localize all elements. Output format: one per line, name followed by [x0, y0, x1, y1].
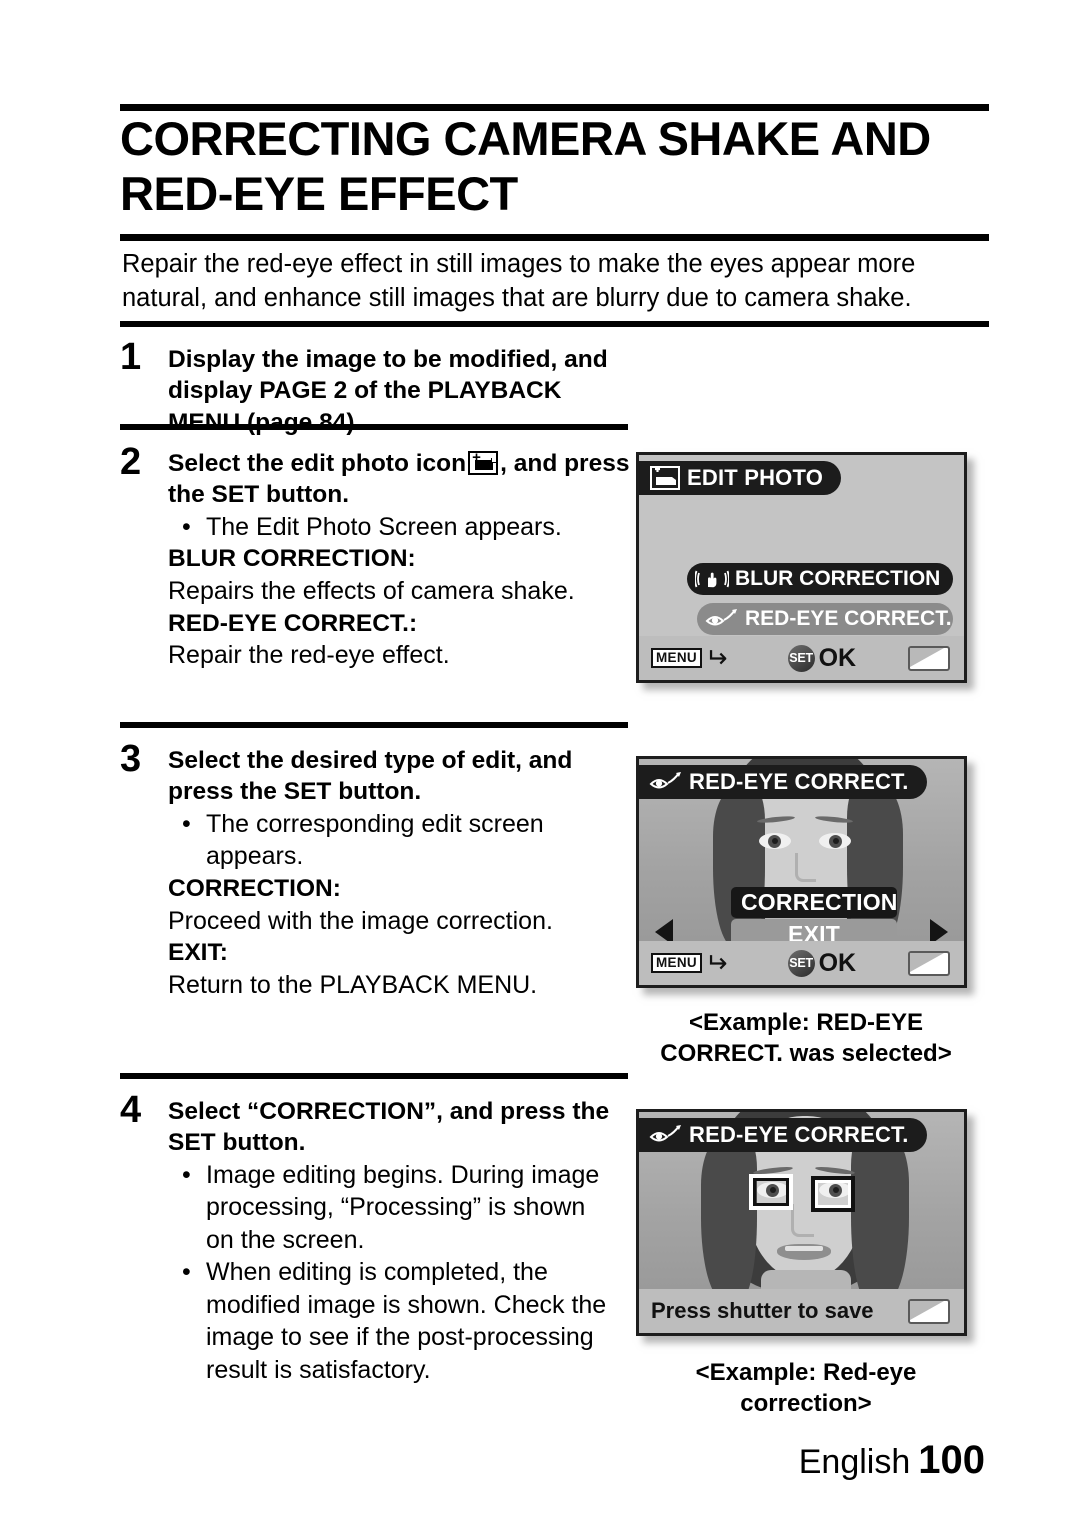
photo-neck	[761, 1270, 851, 1289]
ok-label: OK	[818, 643, 857, 672]
lcd-edit-photo-screen: EDIT PHOTO BLUR CORRECTION RED-EYE CORRE…	[636, 452, 967, 683]
step-4-rule	[120, 1073, 628, 1079]
step-3-term-1: CORRECTION:	[168, 874, 341, 902]
intro-paragraph: Repair the red-eye effect in still image…	[122, 250, 916, 312]
step-4-bullet-1: • Image editing begins. During image pro…	[168, 1159, 620, 1257]
ok-label: OK	[818, 948, 857, 977]
photo-hair-right	[851, 1132, 909, 1289]
edit-photo-icon	[649, 466, 681, 490]
step-2-term-2: RED-EYE CORRECT.:	[168, 609, 418, 637]
photo-teeth	[785, 1246, 823, 1251]
step-4-body: Select “CORRECTION”, and press the SET b…	[168, 1096, 620, 1386]
step-3-desc-1: Proceed with the image correction.	[168, 906, 553, 935]
menu-option-label: BLUR CORRECTION	[735, 567, 941, 590]
caption-red-eye-result: <Example: Red-eye correction>	[695, 1359, 917, 1417]
photo-eye-right	[819, 833, 851, 849]
step-2-desc-2: Repair the red-eye effect.	[168, 641, 450, 670]
bullet-dot-icon: •	[182, 1160, 191, 1189]
photo-hair-left	[701, 1136, 757, 1289]
menu-option-blur-correction[interactable]: BLUR CORRECTION	[687, 563, 953, 595]
lcd-edit-photo-body: EDIT PHOTO BLUR CORRECTION RED-EYE CORRE…	[639, 455, 964, 680]
step-4-bullet-1-text: Image editing begins. During image proce…	[206, 1160, 600, 1254]
eye-marker-right[interactable]	[811, 1176, 855, 1212]
status-message: Press shutter to save	[651, 1298, 874, 1323]
step-2-term-1: BLUR CORRECTION:	[168, 545, 416, 573]
step-2-bullet: • The Edit Photo Screen appears.	[168, 511, 630, 544]
edit-photo-icon: +	[468, 450, 499, 475]
red-eye-icon	[705, 608, 739, 630]
lcd-edit-photo-bottombar: MENU ↵ SET OK	[639, 636, 964, 680]
lcd-red-eye-select-body: RED-EYE CORRECT. CORRECTION EXIT MENU ↵ …	[639, 759, 964, 985]
caption-red-eye-select: <Example: RED-EYE CORRECT. was selected>	[660, 1009, 952, 1067]
red-eye-icon	[649, 771, 683, 793]
step-2-heading: Select the edit photo icon +, and press t…	[168, 448, 630, 511]
lcd-red-eye-select-title: RED-EYE CORRECT.	[689, 769, 909, 794]
battery-icon	[908, 645, 950, 671]
return-arrow-icon: ↵	[704, 947, 728, 978]
lcd-red-eye-select-screen: RED-EYE CORRECT. CORRECTION EXIT MENU ↵ …	[636, 756, 967, 988]
set-ok-group[interactable]: SET OK	[787, 643, 857, 673]
step-2-body: Select the edit photo icon +, and press t…	[168, 448, 630, 672]
lcd-edit-photo-title: EDIT PHOTO	[687, 465, 824, 490]
step-3-body: Select the desired type of edit, and pre…	[168, 745, 630, 1001]
lcd-red-eye-select-bottombar: MENU ↵ SET OK	[639, 941, 964, 985]
bullet-dot-icon: •	[182, 1258, 191, 1287]
step-4-heading: Select “CORRECTION”, and press the SET b…	[168, 1098, 610, 1157]
step-2-desc-1: Repairs the effects of camera shake.	[168, 577, 575, 606]
bullet-dot-icon: •	[182, 512, 191, 541]
step-3-desc-2: Return to the PLAYBACK MENU.	[168, 970, 538, 999]
step-2-bullet-text: The Edit Photo Screen appears.	[206, 512, 562, 541]
intro-bottom-rule	[120, 321, 989, 327]
eye-marker-left[interactable]	[749, 1174, 793, 1210]
lcd-red-eye-select-titlebar: RED-EYE CORRECT.	[639, 765, 927, 799]
photo-nose	[795, 853, 816, 882]
return-arrow-icon: ↵	[704, 642, 728, 673]
red-eye-icon	[649, 1124, 683, 1146]
overlay-correction-option[interactable]: CORRECTION	[731, 887, 897, 918]
title-bottom-rule	[120, 234, 989, 241]
lcd-edit-photo-titlebar: EDIT PHOTO	[639, 461, 842, 495]
menu-button-chip[interactable]: MENU	[651, 953, 702, 973]
lcd-red-eye-result-body: RED-EYE CORRECT. Press shutter to save	[639, 1112, 964, 1333]
step-3-rule	[120, 722, 628, 728]
step-3-number: 3	[120, 738, 142, 780]
step-2-rule	[120, 424, 628, 430]
step-3-bullet: • The corresponding edit screen appears.	[168, 808, 630, 873]
lcd-red-eye-result-screen: RED-EYE CORRECT. Press shutter to save	[636, 1109, 967, 1336]
step-2-number: 2	[120, 441, 142, 483]
set-button-chip[interactable]: SET	[787, 644, 815, 672]
menu-option-label: RED-EYE CORRECT.	[745, 607, 952, 630]
menu-option-red-eye-correct[interactable]: RED-EYE CORRECT.	[697, 603, 953, 635]
battery-indicator	[908, 950, 950, 976]
step-3-heading: Select the desired type of edit, and pre…	[168, 747, 573, 806]
step-3-bullet-text: The corresponding edit screen appears.	[206, 809, 544, 871]
footer-page-number: 100	[918, 1438, 985, 1482]
set-ok-group[interactable]: SET OK	[787, 948, 857, 978]
step-4-bullet-2-text: When editing is completed, the modified …	[206, 1258, 607, 1384]
page-footer: English 100	[799, 1438, 985, 1483]
battery-indicator	[908, 1298, 950, 1324]
step-2-heading-pre: Select the edit photo icon	[168, 450, 467, 477]
step-4-number: 4	[120, 1089, 142, 1131]
photo-eye-left	[759, 833, 791, 849]
manual-page: CORRECTING CAMERA SHAKE AND RED-EYE EFFE…	[0, 0, 1080, 1521]
step-1-number: 1	[120, 336, 142, 378]
bullet-dot-icon: •	[182, 809, 191, 838]
title-top-rule	[120, 104, 989, 111]
battery-icon	[908, 1298, 950, 1324]
battery-indicator	[908, 645, 950, 671]
lcd-red-eye-result-bottombar: Press shutter to save	[639, 1289, 964, 1333]
battery-icon	[908, 950, 950, 976]
menu-button-chip[interactable]: MENU	[651, 648, 702, 668]
lcd-red-eye-result-titlebar: RED-EYE CORRECT.	[639, 1118, 927, 1152]
lcd-red-eye-result-title: RED-EYE CORRECT.	[689, 1122, 909, 1147]
set-button-chip[interactable]: SET	[787, 949, 815, 977]
page-title: CORRECTING CAMERA SHAKE AND RED-EYE EFFE…	[120, 112, 931, 220]
step-3-term-2: EXIT:	[168, 939, 228, 967]
step-4-bullet-2: • When editing is completed, the modifie…	[168, 1256, 620, 1386]
camera-shake-icon	[694, 567, 730, 591]
footer-language: English	[798, 1443, 911, 1481]
